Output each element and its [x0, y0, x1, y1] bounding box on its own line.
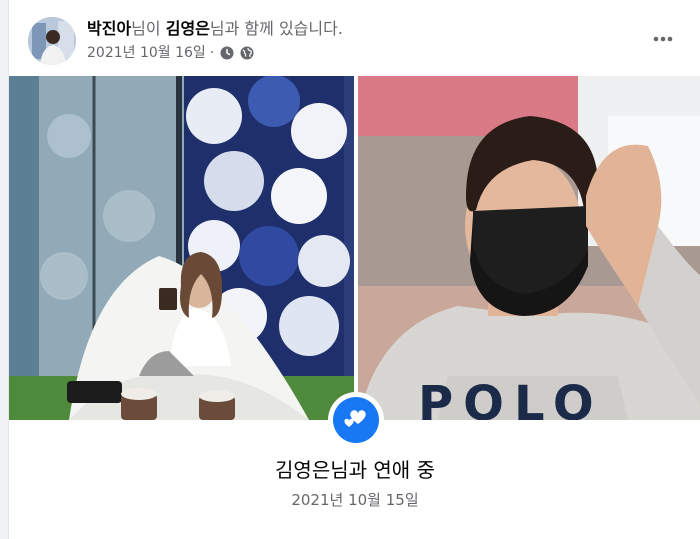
post-card: 박진아님이 김영은님과 함께 있습니다. 2021년 10월 16일 · POL…	[8, 0, 700, 539]
meta-separator: ·	[209, 45, 215, 61]
photo-woman-cafe[interactable]	[9, 76, 354, 420]
post-header: 박진아님이 김영은님과 함께 있습니다. 2021년 10월 16일 ·	[9, 0, 700, 76]
more-horizontal-icon	[653, 36, 673, 42]
life-event-badge-circle	[333, 397, 379, 443]
clock-icon	[220, 46, 234, 60]
author-name-link[interactable]: 박진아	[87, 19, 131, 38]
avatar-image	[28, 17, 76, 65]
author-suffix: 님이	[131, 19, 161, 38]
avatar[interactable]	[28, 17, 76, 65]
tagged-suffix: 님과 함께 있습니다.	[209, 19, 343, 38]
post-date[interactable]: 2021년 10월 16일	[87, 43, 206, 63]
photo-man-mask[interactable]: POLO	[358, 76, 700, 420]
post-title: 박진아님이 김영은님과 함께 있습니다.	[87, 17, 343, 41]
globe-icon[interactable]	[240, 46, 254, 60]
svg-text:POLO: POLO	[418, 376, 604, 420]
life-event-badge	[328, 392, 384, 448]
tagged-name-link[interactable]: 김영은	[166, 19, 210, 38]
more-options-button[interactable]	[645, 26, 681, 52]
post-meta: 2021년 10월 16일 ·	[87, 43, 260, 63]
life-event-title[interactable]: 김영은님과 연애 중	[9, 456, 700, 484]
life-event-date: 2021년 10월 15일	[291, 491, 419, 509]
hearts-icon	[344, 410, 366, 427]
photo-grid: POLO	[9, 76, 700, 420]
